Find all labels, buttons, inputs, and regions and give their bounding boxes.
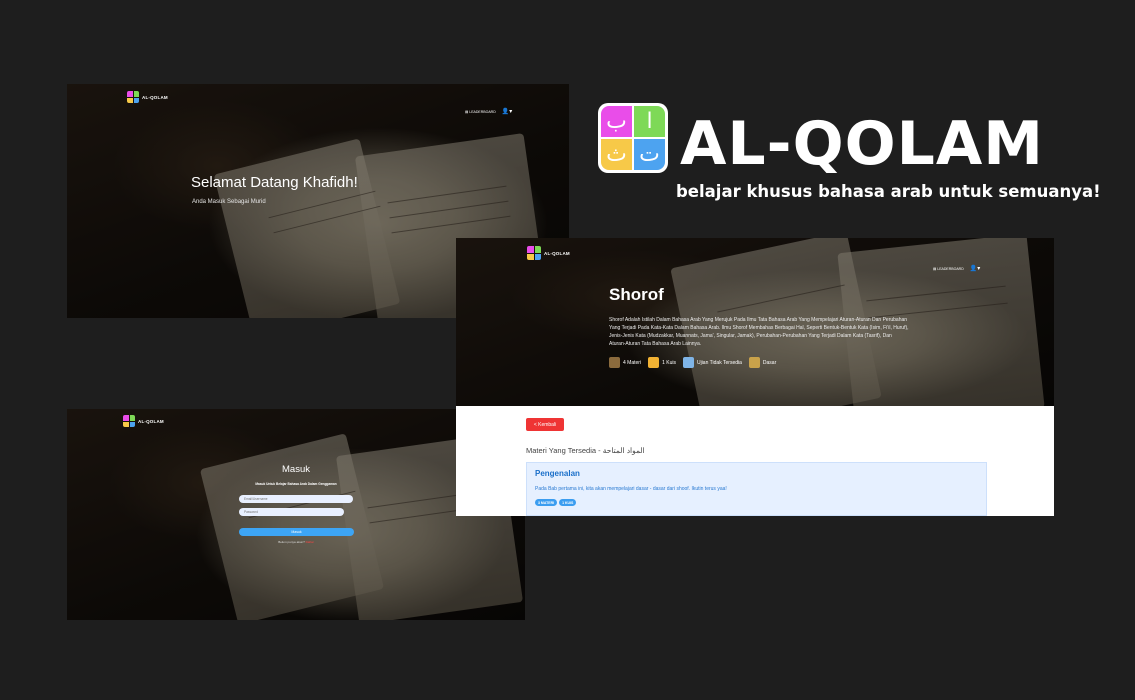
stat-kuis: 1 Kuis bbox=[648, 357, 676, 368]
register-link[interactable]: Daftar bbox=[306, 540, 314, 544]
leaderboard-link[interactable]: ▤ LEADERBOARD bbox=[933, 267, 964, 271]
course-stats: 4 Materi 1 Kuis Ujian Tidak Tersedia Das… bbox=[609, 357, 776, 368]
course-screenshot: AL-QOLAM ▤ LEADERBOARD 👤▾ Shorof Shorof … bbox=[456, 238, 1054, 516]
login-submit-button[interactable]: Masuk bbox=[239, 528, 354, 536]
materi-card-badges: 3 MATERI 1 KUIS bbox=[535, 499, 577, 506]
username-field[interactable] bbox=[239, 495, 353, 503]
app-logo[interactable]: AL-QOLAM bbox=[127, 91, 168, 103]
user-menu-icon[interactable]: 👤▾ bbox=[502, 108, 512, 115]
welcome-title: Selamat Datang Khafidh! bbox=[191, 174, 358, 191]
brand-name: AL-QOLAM bbox=[680, 109, 1044, 179]
book-stack-icon bbox=[609, 357, 620, 368]
course-description: Shorof Adalah Istilah Dalam Bahasa Arab … bbox=[609, 317, 909, 347]
materi-card-title: Pengenalan bbox=[535, 469, 580, 478]
logo-text: AL-QOLAM bbox=[138, 418, 164, 424]
login-subtitle: Masuk Untuk Belajar Bahasa Arab Dalam Ge… bbox=[255, 482, 337, 486]
quiz-grid-icon bbox=[648, 357, 660, 368]
exam-paper-icon bbox=[682, 357, 694, 368]
welcome-subtitle: Anda Masuk Sebagai Murid bbox=[192, 199, 266, 205]
register-prompt: Belum punya akun? Daftar bbox=[278, 540, 314, 544]
back-button[interactable]: < Kembali bbox=[526, 418, 564, 431]
app-logo[interactable]: AL-QOLAM bbox=[527, 246, 570, 260]
top-nav: ▤ LEADERBOARD 👤▾ bbox=[933, 265, 980, 272]
level-bars-icon bbox=[748, 357, 760, 368]
brand-tagline: belajar khusus bahasa arab untuk semuany… bbox=[676, 182, 1101, 201]
app-logo[interactable]: AL-QOLAM bbox=[123, 415, 164, 427]
login-title: Masuk bbox=[282, 464, 310, 475]
logo-tile-icon bbox=[527, 246, 541, 260]
badge-materi: 3 MATERI bbox=[535, 499, 558, 506]
logo-text: AL-QOLAM bbox=[142, 94, 168, 100]
logo-tile-icon bbox=[123, 415, 135, 427]
course-hero: AL-QOLAM ▤ LEADERBOARD 👤▾ Shorof Shorof … bbox=[456, 238, 1054, 406]
materi-card-pengenalan[interactable]: Pengenalan Pada Bab pertama ini, kita ak… bbox=[526, 462, 987, 516]
stat-materi: 4 Materi bbox=[609, 357, 641, 368]
password-field[interactable] bbox=[239, 508, 344, 516]
materi-heading: Materi Yang Tersedia - المواد المتاحة bbox=[526, 446, 645, 455]
badge-kuis: 1 KUIS bbox=[559, 499, 577, 506]
logo-tile-icon bbox=[127, 91, 139, 103]
brand-logo: ب ا ث ت bbox=[598, 103, 668, 173]
course-title: Shorof bbox=[609, 285, 664, 304]
user-menu-icon[interactable]: 👤▾ bbox=[970, 265, 980, 272]
logo-text: AL-QOLAM bbox=[544, 250, 570, 256]
top-nav: ▤ LEADERBOARD 👤▾ bbox=[465, 108, 512, 115]
stat-level: Dasar bbox=[748, 357, 776, 368]
leaderboard-link[interactable]: ▤ LEADERBOARD bbox=[465, 110, 496, 114]
stat-ujian: Ujian Tidak Tersedia bbox=[682, 357, 742, 368]
materi-card-desc: Pada Bab pertama ini, kita akan mempelaj… bbox=[535, 486, 727, 492]
brand-tile-icon: ب ا ث ت bbox=[601, 106, 665, 170]
